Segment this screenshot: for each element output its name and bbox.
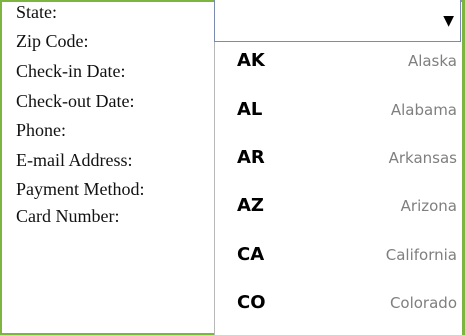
state-option-code: AK <box>237 50 265 71</box>
state-option-ca[interactable]: CA California <box>215 236 461 276</box>
state-option-ak[interactable]: AK Alaska <box>215 42 461 82</box>
state-option-co[interactable]: CO Colorado <box>215 284 461 324</box>
check-out-date-label: Check-out Date: <box>16 91 135 111</box>
state-option-name: California <box>385 246 457 264</box>
state-option-code: CA <box>237 244 265 265</box>
state-dropdown-list: AK Alaska AL Alabama AR Arkansas AZ Ariz… <box>214 42 462 335</box>
phone-label: Phone: <box>16 120 67 140</box>
state-select[interactable]: ▼ <box>214 0 461 42</box>
state-option-name: Alabama <box>390 101 457 119</box>
state-label: State: <box>16 2 57 22</box>
state-option-ar[interactable]: AR Arkansas <box>215 139 461 179</box>
state-option-name: Alaska <box>407 52 457 70</box>
state-option-name: Arkansas <box>388 149 457 167</box>
email-address-label: E-mail Address: <box>16 150 133 170</box>
state-option-code: CO <box>237 292 266 313</box>
state-option-code: AZ <box>237 195 264 216</box>
zip-code-label: Zip Code: <box>16 31 89 51</box>
state-option-name: Colorado <box>389 294 457 312</box>
state-option-code: AL <box>237 99 263 120</box>
state-option-az[interactable]: AZ Arizona <box>215 187 461 227</box>
payment-method-label: Payment Method: <box>16 179 145 199</box>
state-option-code: AR <box>237 147 265 168</box>
state-option-name: Arizona <box>400 197 457 215</box>
check-in-date-label: Check-in Date: <box>16 61 126 81</box>
dropdown-arrow-icon[interactable]: ▼ <box>443 13 454 29</box>
card-number-label: Card Number: <box>16 206 120 226</box>
state-option-al[interactable]: AL Alabama <box>215 91 461 131</box>
